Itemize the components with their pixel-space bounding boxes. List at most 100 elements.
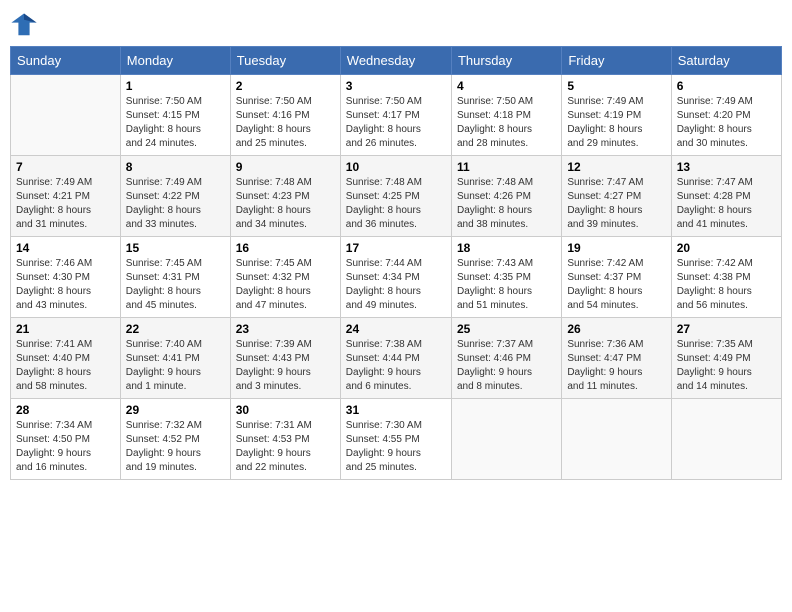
day-number: 8 [126, 160, 225, 174]
day-number: 28 [16, 403, 115, 417]
calendar-cell: 20Sunrise: 7:42 AM Sunset: 4:38 PM Dayli… [671, 237, 781, 318]
day-detail: Sunrise: 7:30 AM Sunset: 4:55 PM Dayligh… [346, 419, 446, 475]
day-number: 13 [677, 160, 776, 174]
logo-bird-icon [10, 10, 38, 38]
calendar-cell: 30 Sunrise: 7:31 AM Sunset: 4:53 PM Dayli… [230, 399, 340, 480]
day-detail: Sunrise: 7:42 AM Sunset: 4:38 PM Dayligh… [677, 257, 776, 313]
day-header-thursday: Thursday [451, 47, 561, 75]
day-detail: Sunrise: 7:50 AM Sunset: 4:15 PM Dayligh… [126, 95, 225, 151]
calendar-table: SundayMondayTuesdayWednesdayThursdayFrid… [10, 46, 782, 480]
day-number: 25 [457, 322, 556, 336]
calendar-cell [11, 75, 121, 156]
day-number: 15 [126, 241, 225, 255]
calendar-week-1: 1 Sunrise: 7:50 AM Sunset: 4:15 PM Daylig… [11, 75, 782, 156]
day-number: 1 [126, 79, 225, 93]
day-number: 30 [236, 403, 335, 417]
day-number: 27 [677, 322, 776, 336]
calendar-cell: 28 Sunrise: 7:34 AM Sunset: 4:50 PM Dayli… [11, 399, 121, 480]
calendar-cell: 23 Sunrise: 7:39 AM Sunset: 4:43 PM Dayli… [230, 318, 340, 399]
day-detail: Sunrise: 7:36 AM Sunset: 4:47 PM Dayligh… [567, 338, 665, 394]
calendar-cell [562, 399, 671, 480]
calendar-cell: 7 Sunrise: 7:49 AM Sunset: 4:21 PM Daylig… [11, 156, 121, 237]
calendar-cell: 21Sunrise: 7:41 AM Sunset: 4:40 PM Dayli… [11, 318, 121, 399]
day-detail: Sunrise: 7:49 AM Sunset: 4:20 PM Dayligh… [677, 95, 776, 151]
calendar-week-2: 7 Sunrise: 7:49 AM Sunset: 4:21 PM Daylig… [11, 156, 782, 237]
calendar-cell: 16 Sunrise: 7:45 AM Sunset: 4:32 PM Dayli… [230, 237, 340, 318]
day-detail: Sunrise: 7:49 AM Sunset: 4:19 PM Dayligh… [567, 95, 665, 151]
day-number: 11 [457, 160, 556, 174]
day-detail: Sunrise: 7:31 AM Sunset: 4:53 PM Dayligh… [236, 419, 335, 475]
calendar-cell: 12 Sunrise: 7:47 AM Sunset: 4:27 PM Dayli… [562, 156, 671, 237]
day-number: 16 [236, 241, 335, 255]
day-number: 9 [236, 160, 335, 174]
calendar-cell: 29 Sunrise: 7:32 AM Sunset: 4:52 PM Dayli… [120, 399, 230, 480]
calendar-cell: 19 Sunrise: 7:42 AM Sunset: 4:37 PM Dayli… [562, 237, 671, 318]
calendar-cell: 31 Sunrise: 7:30 AM Sunset: 4:55 PM Dayli… [340, 399, 451, 480]
day-detail: Sunrise: 7:45 AM Sunset: 4:32 PM Dayligh… [236, 257, 335, 313]
day-detail: Sunrise: 7:44 AM Sunset: 4:34 PM Dayligh… [346, 257, 446, 313]
day-detail: Sunrise: 7:40 AM Sunset: 4:41 PM Dayligh… [126, 338, 225, 394]
day-number: 6 [677, 79, 776, 93]
calendar-cell: 17 Sunrise: 7:44 AM Sunset: 4:34 PM Dayli… [340, 237, 451, 318]
calendar-cell: 11 Sunrise: 7:48 AM Sunset: 4:26 PM Dayli… [451, 156, 561, 237]
page-header [10, 10, 782, 38]
day-detail: Sunrise: 7:49 AM Sunset: 4:21 PM Dayligh… [16, 176, 115, 232]
day-detail: Sunrise: 7:47 AM Sunset: 4:28 PM Dayligh… [677, 176, 776, 232]
calendar-cell: 2 Sunrise: 7:50 AM Sunset: 4:16 PM Daylig… [230, 75, 340, 156]
calendar-cell: 15 Sunrise: 7:45 AM Sunset: 4:31 PM Dayli… [120, 237, 230, 318]
calendar-cell: 25Sunrise: 7:37 AM Sunset: 4:46 PM Dayli… [451, 318, 561, 399]
calendar-week-5: 28 Sunrise: 7:34 AM Sunset: 4:50 PM Dayli… [11, 399, 782, 480]
logo [10, 10, 42, 38]
calendar-week-3: 14 Sunrise: 7:46 AM Sunset: 4:30 PM Dayli… [11, 237, 782, 318]
day-detail: Sunrise: 7:47 AM Sunset: 4:27 PM Dayligh… [567, 176, 665, 232]
day-number: 31 [346, 403, 446, 417]
calendar-cell: 26 Sunrise: 7:36 AM Sunset: 4:47 PM Dayli… [562, 318, 671, 399]
day-number: 3 [346, 79, 446, 93]
calendar-cell: 10Sunrise: 7:48 AM Sunset: 4:25 PM Dayli… [340, 156, 451, 237]
day-detail: Sunrise: 7:45 AM Sunset: 4:31 PM Dayligh… [126, 257, 225, 313]
day-detail: Sunrise: 7:34 AM Sunset: 4:50 PM Dayligh… [16, 419, 115, 475]
day-number: 2 [236, 79, 335, 93]
calendar-cell: 24Sunrise: 7:38 AM Sunset: 4:44 PM Dayli… [340, 318, 451, 399]
day-number: 17 [346, 241, 446, 255]
day-header-tuesday: Tuesday [230, 47, 340, 75]
calendar-cell [451, 399, 561, 480]
day-number: 23 [236, 322, 335, 336]
day-detail: Sunrise: 7:46 AM Sunset: 4:30 PM Dayligh… [16, 257, 115, 313]
day-header-saturday: Saturday [671, 47, 781, 75]
day-number: 29 [126, 403, 225, 417]
day-detail: Sunrise: 7:50 AM Sunset: 4:18 PM Dayligh… [457, 95, 556, 151]
day-detail: Sunrise: 7:43 AM Sunset: 4:35 PM Dayligh… [457, 257, 556, 313]
day-header-monday: Monday [120, 47, 230, 75]
day-detail: Sunrise: 7:35 AM Sunset: 4:49 PM Dayligh… [677, 338, 776, 394]
day-detail: Sunrise: 7:48 AM Sunset: 4:23 PM Dayligh… [236, 176, 335, 232]
day-detail: Sunrise: 7:42 AM Sunset: 4:37 PM Dayligh… [567, 257, 665, 313]
day-number: 5 [567, 79, 665, 93]
day-header-wednesday: Wednesday [340, 47, 451, 75]
calendar-cell: 14 Sunrise: 7:46 AM Sunset: 4:30 PM Dayli… [11, 237, 121, 318]
calendar-cell: 8Sunrise: 7:49 AM Sunset: 4:22 PM Daylig… [120, 156, 230, 237]
calendar-cell: 18 Sunrise: 7:43 AM Sunset: 4:35 PM Dayli… [451, 237, 561, 318]
calendar-cell: 22Sunrise: 7:40 AM Sunset: 4:41 PM Dayli… [120, 318, 230, 399]
day-detail: Sunrise: 7:39 AM Sunset: 4:43 PM Dayligh… [236, 338, 335, 394]
day-number: 26 [567, 322, 665, 336]
calendar-cell: 4Sunrise: 7:50 AM Sunset: 4:18 PM Daylig… [451, 75, 561, 156]
day-detail: Sunrise: 7:38 AM Sunset: 4:44 PM Dayligh… [346, 338, 446, 394]
day-detail: Sunrise: 7:50 AM Sunset: 4:16 PM Dayligh… [236, 95, 335, 151]
calendar-cell: 9 Sunrise: 7:48 AM Sunset: 4:23 PM Daylig… [230, 156, 340, 237]
calendar-week-4: 21Sunrise: 7:41 AM Sunset: 4:40 PM Dayli… [11, 318, 782, 399]
calendar-cell: 27 Sunrise: 7:35 AM Sunset: 4:49 PM Dayli… [671, 318, 781, 399]
day-number: 12 [567, 160, 665, 174]
day-number: 7 [16, 160, 115, 174]
day-detail: Sunrise: 7:48 AM Sunset: 4:26 PM Dayligh… [457, 176, 556, 232]
day-header-friday: Friday [562, 47, 671, 75]
day-detail: Sunrise: 7:50 AM Sunset: 4:17 PM Dayligh… [346, 95, 446, 151]
day-detail: Sunrise: 7:32 AM Sunset: 4:52 PM Dayligh… [126, 419, 225, 475]
day-number: 19 [567, 241, 665, 255]
day-number: 18 [457, 241, 556, 255]
day-header-sunday: Sunday [11, 47, 121, 75]
day-detail: Sunrise: 7:41 AM Sunset: 4:40 PM Dayligh… [16, 338, 115, 394]
calendar-header-row: SundayMondayTuesdayWednesdayThursdayFrid… [11, 47, 782, 75]
calendar-cell: 3 Sunrise: 7:50 AM Sunset: 4:17 PM Daylig… [340, 75, 451, 156]
day-number: 14 [16, 241, 115, 255]
